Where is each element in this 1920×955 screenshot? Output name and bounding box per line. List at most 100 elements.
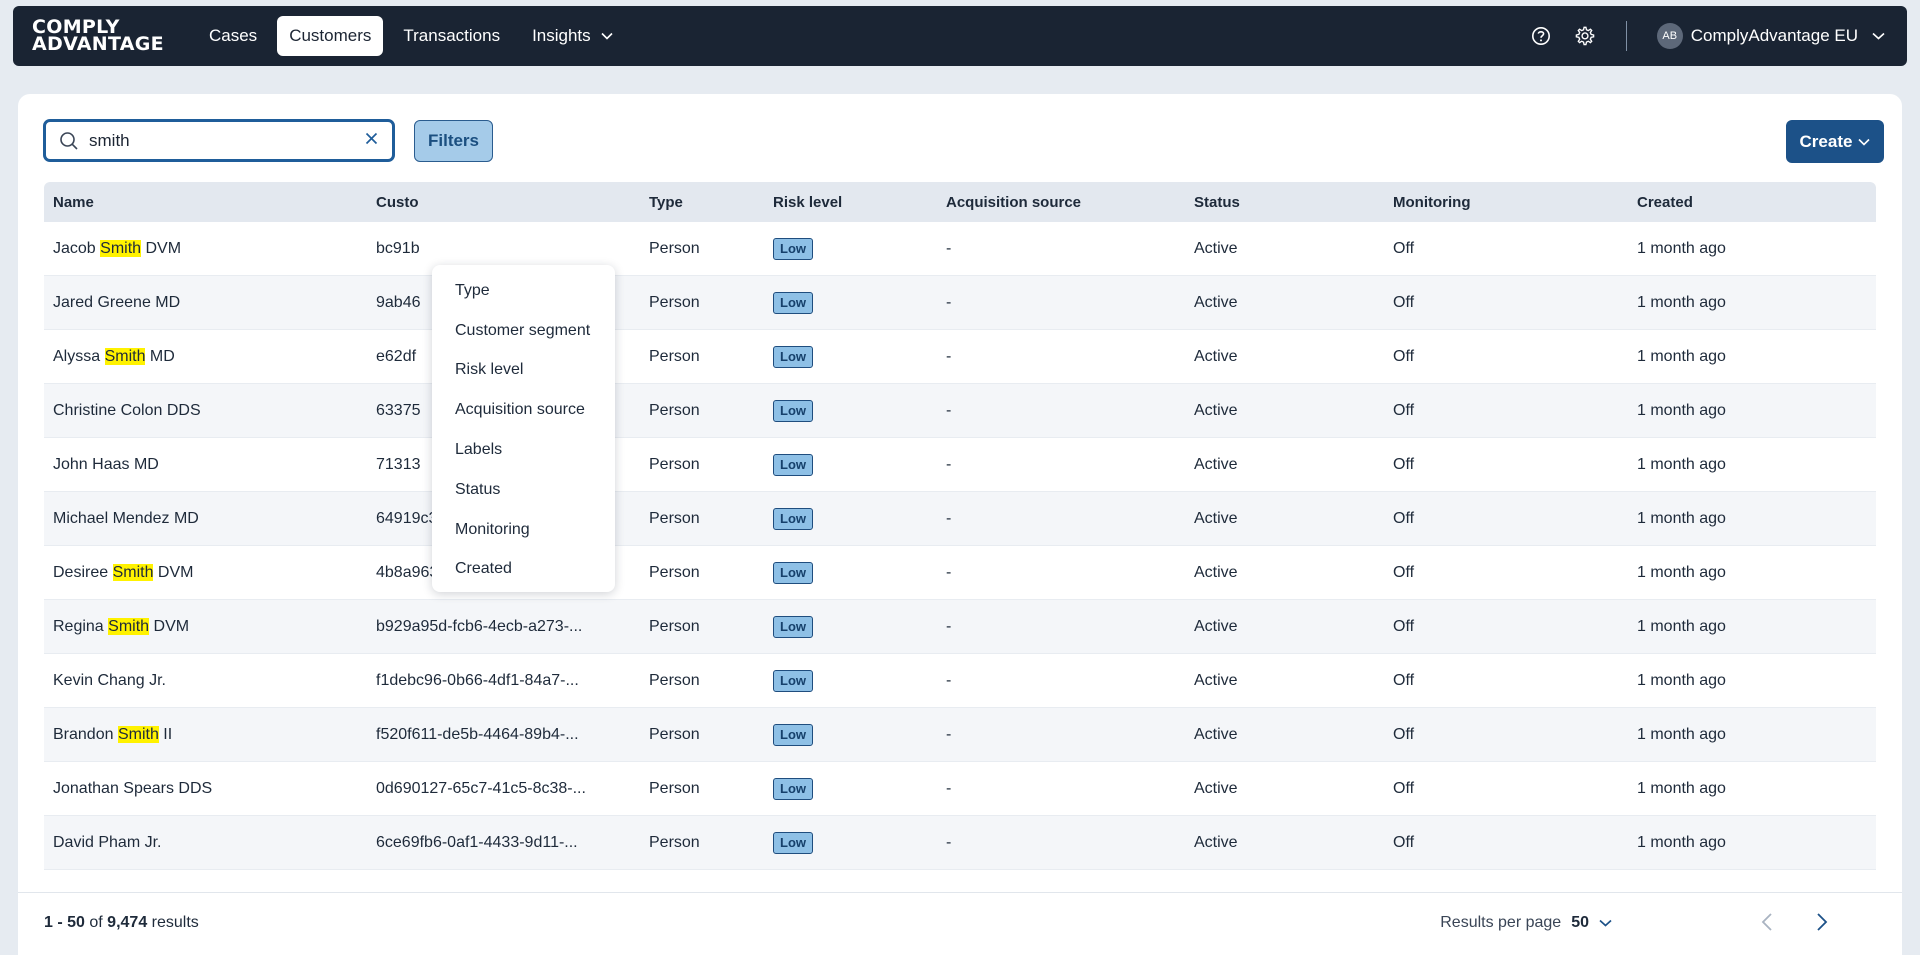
table-row[interactable]: Jacob Smith DVM bc91b Person Low - Active Off 1…: [44, 222, 1876, 276]
column-header-created[interactable]: Created: [1628, 194, 1693, 211]
table-row[interactable]: Jonathan Spears DDS 0d690127-65c7-41c5-8c…: [44, 762, 1876, 816]
clear-search-icon[interactable]: [365, 132, 378, 145]
cell-name[interactable]: Alyssa Smith MD: [44, 347, 367, 366]
column-header-status[interactable]: Status: [1185, 194, 1384, 211]
cell-name[interactable]: David Pham Jr.: [44, 834, 367, 852]
table-row[interactable]: John Haas MD 71313 Person Low - Active Off 1 mo…: [44, 438, 1876, 492]
next-page-icon[interactable]: [1816, 912, 1828, 932]
filter-option-monitoring[interactable]: Monitoring: [432, 510, 615, 550]
table-row[interactable]: Christine Colon DDS 63375 Person Low - Active…: [44, 384, 1876, 438]
cell-risk-level: Low: [764, 291, 937, 314]
filters-dropdown-menu: Type Customer segment Risk level Acquisitio…: [432, 265, 615, 592]
cell-monitoring: Off: [1393, 293, 1415, 311]
risk-badge: Low: [773, 453, 813, 476]
search-highlight: Smith: [117, 725, 159, 743]
cell-name[interactable]: Regina Smith DVM: [44, 617, 367, 636]
filter-option-type[interactable]: Type: [432, 271, 615, 311]
customers-card: Filters Create Name Custo Type Risk leve…: [18, 94, 1902, 955]
column-header-risk-level[interactable]: Risk level: [764, 194, 937, 211]
cell-monitoring: Off: [1393, 401, 1415, 419]
risk-badge: Low: [773, 777, 813, 800]
filter-option-created[interactable]: Created: [432, 550, 615, 590]
search-highlight: Smith: [112, 563, 154, 581]
table-header: Name Custo Type Risk level Acquisition s…: [44, 182, 1876, 222]
cell-name[interactable]: Kevin Chang Jr.: [44, 672, 367, 690]
cell-name[interactable]: Michael Mendez MD: [44, 510, 367, 528]
filter-option-acquisition-source[interactable]: Acquisition source: [432, 390, 615, 430]
tab-customers[interactable]: Customers: [277, 16, 384, 56]
cell-type: Person: [649, 509, 700, 527]
cell-status: Active: [1194, 455, 1238, 473]
cell-name[interactable]: Brandon Smith II: [44, 725, 367, 744]
cell-monitoring: Off: [1393, 833, 1415, 851]
column-header-name[interactable]: Name: [44, 194, 367, 211]
tab-cases[interactable]: Cases: [197, 16, 269, 56]
previous-page-icon[interactable]: [1761, 912, 1773, 932]
cell-customer-id: f1debc96-0b66-4df1-84a7-...: [376, 671, 579, 689]
cell-risk-level: Low: [764, 453, 937, 476]
create-button[interactable]: Create: [1786, 120, 1884, 163]
cell-monitoring: Off: [1393, 563, 1415, 581]
help-circle-icon[interactable]: [1528, 23, 1554, 49]
cell-status: Active: [1194, 617, 1238, 635]
gear-icon[interactable]: [1572, 23, 1598, 49]
chevron-down-icon[interactable]: [1599, 919, 1612, 927]
account-menu[interactable]: AB ComplyAdvantage EU: [1656, 23, 1885, 49]
filter-option-customer-segment[interactable]: Customer segment: [432, 311, 615, 351]
column-header-acquisition-source[interactable]: Acquisition source: [937, 194, 1185, 211]
cell-acquisition-source: -: [946, 833, 952, 851]
cell-risk-level: Low: [764, 399, 937, 422]
results-summary: 1 - 50 of 9,474 results: [44, 914, 199, 932]
cell-name[interactable]: Jacob Smith DVM: [44, 239, 367, 258]
column-header-monitoring[interactable]: Monitoring: [1384, 194, 1628, 211]
cell-created: 1 month ago: [1637, 725, 1726, 743]
cell-name[interactable]: John Haas MD: [44, 456, 367, 474]
cell-created: 1 month ago: [1637, 563, 1726, 581]
tab-insights[interactable]: Insights: [520, 16, 625, 56]
cell-risk-level: Low: [764, 507, 937, 530]
cell-name[interactable]: Christine Colon DDS: [44, 402, 367, 420]
table-row[interactable]: Kevin Chang Jr. f1debc96-0b66-4df1-84a7-.…: [44, 654, 1876, 708]
risk-badge: Low: [773, 561, 813, 584]
results-of: of: [89, 914, 103, 931]
cell-status: Active: [1194, 293, 1238, 311]
cell-type: Person: [649, 293, 700, 311]
cell-risk-level: Low: [764, 777, 937, 800]
cell-created: 1 month ago: [1637, 833, 1726, 851]
account-name: ComplyAdvantage EU: [1690, 26, 1858, 45]
column-header-type[interactable]: Type: [640, 194, 764, 211]
table-row[interactable]: Desiree Smith DVM4b8a9635-98a8-45b0-84aa…: [44, 546, 1876, 600]
cell-name[interactable]: Desiree Smith DVM: [44, 563, 367, 582]
search-box[interactable]: [43, 119, 395, 162]
cell-monitoring: Off: [1393, 239, 1415, 257]
risk-badge: Low: [773, 507, 813, 530]
cell-monitoring: Off: [1393, 671, 1415, 689]
cell-name[interactable]: Jonathan Spears DDS: [44, 780, 367, 798]
table-row[interactable]: Michael Mendez MD64919c37-d18a-4abf-9131…: [44, 492, 1876, 546]
tab-label: Customers: [289, 26, 372, 45]
cell-status: Active: [1194, 239, 1238, 257]
table-row[interactable]: David Pham Jr. 6ce69fb6-0af1-4433-9d11-..…: [44, 816, 1876, 870]
cell-monitoring: Off: [1393, 455, 1415, 473]
column-header-customer-id[interactable]: Custo: [367, 194, 640, 211]
logo[interactable]: COMPLY ADVANTAGE: [32, 18, 170, 54]
search-input[interactable]: [89, 130, 339, 151]
cell-acquisition-source: -: [946, 509, 952, 527]
filter-option-risk-level[interactable]: Risk level: [432, 351, 615, 391]
table-row[interactable]: Regina Smith DVM b929a95d-fcb6-4ecb-a273-…: [44, 600, 1876, 654]
name-text: Regina: [53, 617, 109, 635]
cell-name[interactable]: Jared Greene MD: [44, 294, 367, 312]
top-navigation: COMPLY ADVANTAGE Cases Customers Transac…: [13, 6, 1907, 66]
name-text: John Haas MD: [53, 455, 159, 473]
name-text: MD: [145, 347, 175, 365]
results-range: 1 - 50: [44, 914, 85, 931]
per-page-value[interactable]: 50: [1571, 914, 1589, 932]
filter-option-labels[interactable]: Labels: [432, 430, 615, 470]
table-row[interactable]: Alyssa Smith MD e62df Person Low - Active Off 1…: [44, 330, 1876, 384]
cell-created: 1 month ago: [1637, 347, 1726, 365]
table-row[interactable]: Brandon Smith II f520f611-de5b-4464-89b4-…: [44, 708, 1876, 762]
filters-button[interactable]: Filters: [414, 120, 493, 162]
tab-transactions[interactable]: Transactions: [391, 16, 512, 56]
filter-option-status[interactable]: Status: [432, 470, 615, 510]
table-row[interactable]: Jared Greene MD 9ab46 Person Low - Active Off 1…: [44, 276, 1876, 330]
